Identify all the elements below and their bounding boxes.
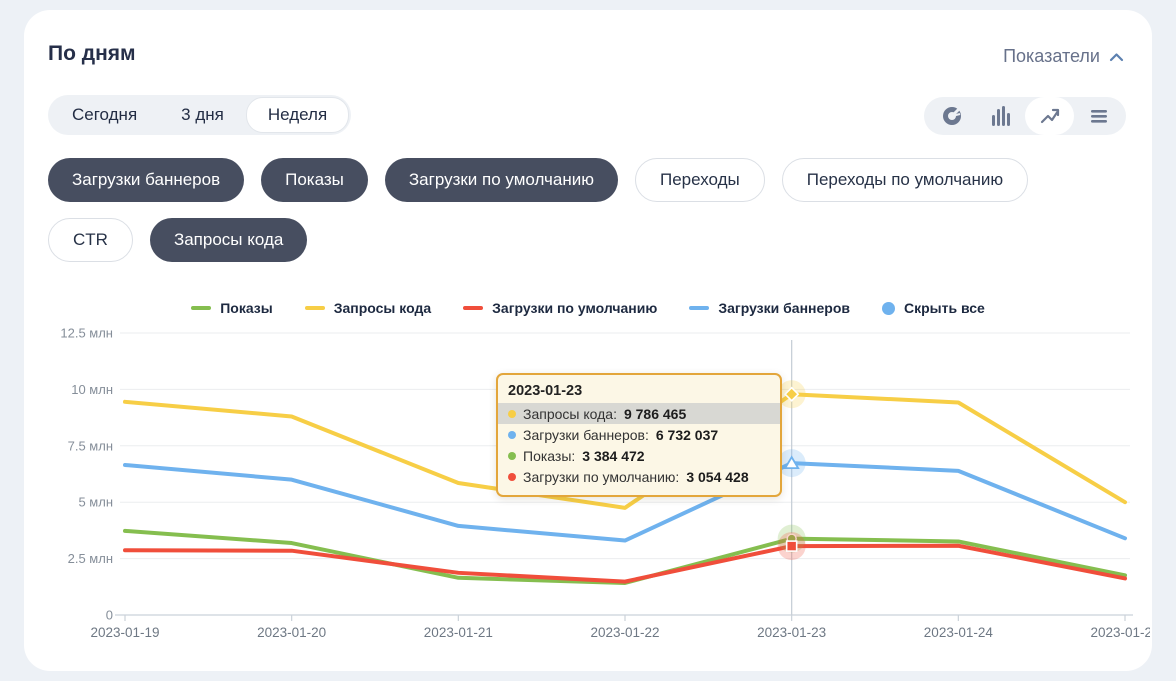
chip-default-loads[interactable]: Загрузки по умолчанию [385, 158, 618, 202]
tooltip-value: 9 786 465 [624, 406, 686, 422]
chip-clicks[interactable]: Переходы [635, 158, 765, 202]
legend-marker [463, 306, 483, 310]
legend-label: Скрыть все [904, 300, 985, 316]
series-bullet-icon [508, 431, 516, 439]
tooltip-row: Загрузки баннеров: 6 732 037 [498, 424, 780, 445]
hide-all-icon [882, 302, 895, 315]
tooltip-row: Запросы кода: 9 786 465 [498, 403, 780, 424]
legend-label: Показы [220, 300, 273, 316]
dashboard-page: По дням Показатели Сегодня 3 дня Неделя [0, 0, 1176, 681]
legend-marker [305, 306, 325, 310]
list-icon[interactable] [1074, 97, 1123, 135]
page-title: По дням [48, 42, 136, 66]
tooltip-row: Показы: 3 384 472 [498, 445, 780, 466]
legend-item-impressions[interactable]: Показы [191, 300, 273, 316]
line-chart[interactable]: 0 2.5 млн 5 млн 7.5 млн 10 млн 12.5 млн 2023-0… [40, 325, 1150, 660]
svg-text:10 млн: 10 млн [71, 382, 113, 397]
chip-banner-loads[interactable]: Загрузки баннеров [48, 158, 244, 202]
legend-label: Загрузки по умолчанию [492, 300, 657, 316]
tooltip-label: Показы: [523, 448, 575, 464]
legend-item-default-loads[interactable]: Загрузки по умолчанию [463, 300, 657, 316]
svg-text:2023-01-23: 2023-01-23 [757, 625, 826, 640]
tooltip-value: 3 054 428 [686, 469, 748, 485]
legend-label: Запросы кода [334, 300, 431, 316]
legend-marker [191, 306, 211, 310]
legend-item-code-requests[interactable]: Запросы кода [305, 300, 431, 316]
tooltip-label: Запросы кода: [523, 406, 617, 422]
tooltip-date: 2023-01-23 [498, 380, 780, 403]
period-tabs: Сегодня 3 дня Неделя [48, 95, 351, 135]
tooltip-value: 6 732 037 [656, 427, 718, 443]
chart-type-switcher [924, 97, 1126, 135]
svg-text:7.5 млн: 7.5 млн [68, 438, 113, 453]
tooltip-row: Загрузки по умолчанию: 3 054 428 [498, 466, 780, 487]
legend-item-hide-all[interactable]: Скрыть все [882, 300, 985, 316]
svg-text:2023-01-21: 2023-01-21 [424, 625, 493, 640]
series-bullet-icon [508, 473, 516, 481]
chip-ctr[interactable]: CTR [48, 218, 133, 262]
metric-chips-row-2: CTR Запросы кода [48, 218, 307, 262]
svg-text:2.5 млн: 2.5 млн [68, 551, 113, 566]
tooltip-label: Загрузки по умолчанию: [523, 469, 679, 485]
chart-legend: Показы Запросы кода Загрузки по умолчани… [24, 300, 1152, 316]
chip-impressions[interactable]: Показы [261, 158, 368, 202]
svg-text:5 млн: 5 млн [78, 495, 113, 510]
svg-text:2023-01-22: 2023-01-22 [590, 625, 659, 640]
line-chart-icon[interactable] [1025, 97, 1074, 135]
tab-week[interactable]: Неделя [246, 97, 349, 133]
indicators-label: Показатели [1003, 46, 1100, 67]
chip-default-clicks[interactable]: Переходы по умолчанию [782, 158, 1028, 202]
svg-text:12.5 млн: 12.5 млн [60, 326, 113, 341]
svg-text:0: 0 [106, 608, 113, 623]
tab-3-days[interactable]: 3 дня [159, 97, 246, 133]
svg-text:2023-01-25: 2023-01-25 [1090, 625, 1150, 640]
metric-chips-row-1: Загрузки баннеров Показы Загрузки по умо… [48, 158, 1028, 202]
chip-code-requests[interactable]: Запросы кода [150, 218, 307, 262]
tooltip-label: Загрузки баннеров: [523, 427, 649, 443]
by-days-panel: По дням Показатели Сегодня 3 дня Неделя [24, 10, 1152, 671]
svg-text:2023-01-19: 2023-01-19 [90, 625, 159, 640]
chart-tooltip: 2023-01-23 Запросы кода: 9 786 465 Загру… [496, 373, 782, 497]
legend-marker [689, 306, 709, 310]
legend-item-banner-loads[interactable]: Загрузки баннеров [689, 300, 850, 316]
bar-chart-icon[interactable] [976, 97, 1025, 135]
svg-text:2023-01-24: 2023-01-24 [924, 625, 994, 640]
series-bullet-icon [508, 452, 516, 460]
tab-today[interactable]: Сегодня [50, 97, 159, 133]
svg-text:2023-01-20: 2023-01-20 [257, 625, 326, 640]
series-bullet-icon [508, 410, 516, 418]
chevron-up-icon [1109, 52, 1124, 62]
tooltip-value: 3 384 472 [582, 448, 644, 464]
indicators-toggle[interactable]: Показатели [1003, 46, 1124, 67]
pie-chart-icon[interactable] [927, 97, 976, 135]
legend-label: Загрузки баннеров [718, 300, 850, 316]
